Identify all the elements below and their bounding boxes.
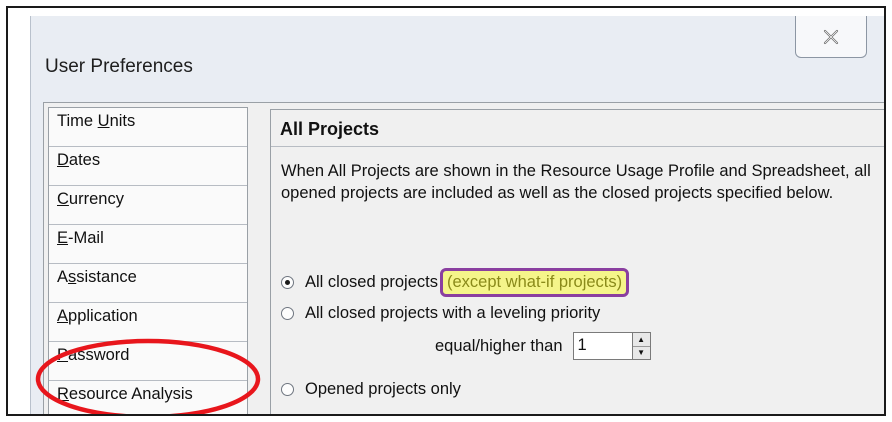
nav-item-email[interactable]: E-Mail: [49, 225, 247, 264]
category-list: Time Units Dates Currency E-Mail Assista…: [48, 107, 248, 414]
nav-item-time-units[interactable]: Time Units: [49, 108, 247, 147]
nav-item-currency[interactable]: Currency: [49, 186, 247, 225]
radio-button[interactable]: [281, 383, 294, 396]
radio-all-closed-label: All closed projects: [305, 273, 438, 291]
nav-item-dates[interactable]: Dates: [49, 147, 247, 186]
radio-button[interactable]: [281, 307, 294, 320]
content-area: Time Units Dates Currency E-Mail Assista…: [43, 102, 884, 414]
radio-all-closed[interactable]: All closed projects (except what-if proj…: [281, 268, 630, 297]
nav-item-password[interactable]: Password: [49, 342, 247, 381]
nav-item-application[interactable]: Application: [49, 303, 247, 342]
nav-item-resource-analysis[interactable]: Resource Analysis: [49, 381, 247, 414]
radio-leveling-label: All closed projects with a leveling prio…: [305, 304, 601, 322]
spin-down-icon[interactable]: ▼: [632, 346, 650, 359]
spin-up-icon[interactable]: ▲: [632, 333, 650, 347]
radio-opened-only[interactable]: Opened projects only: [281, 380, 461, 399]
radio-opened-only-label: Opened projects only: [305, 380, 461, 398]
radio-leveling-priority[interactable]: All closed projects with a leveling prio…: [281, 304, 600, 323]
priority-spinner[interactable]: ▲ ▼: [632, 332, 651, 360]
user-preferences-dialog: User Preferences Time Units Dates Curren…: [30, 16, 884, 414]
radio-button-checked[interactable]: [281, 276, 294, 289]
priority-label: equal/higher than: [435, 336, 563, 355]
nav-item-assistance[interactable]: Assistance: [49, 264, 247, 303]
screenshot-frame: User Preferences Time Units Dates Curren…: [6, 6, 886, 416]
priority-row: equal/higher than 1 ▲ ▼: [435, 332, 651, 360]
priority-input[interactable]: 1: [572, 332, 633, 360]
highlighted-note: (except what-if projects): [439, 268, 630, 297]
panel-header: All Projects: [271, 110, 884, 147]
close-icon: [823, 29, 839, 44]
all-projects-panel: All Projects When All Projects are shown…: [270, 109, 884, 414]
dialog-title: User Preferences: [45, 56, 193, 77]
panel-description: When All Projects are shown in the Resou…: [281, 162, 871, 202]
close-button[interactable]: [795, 16, 867, 58]
